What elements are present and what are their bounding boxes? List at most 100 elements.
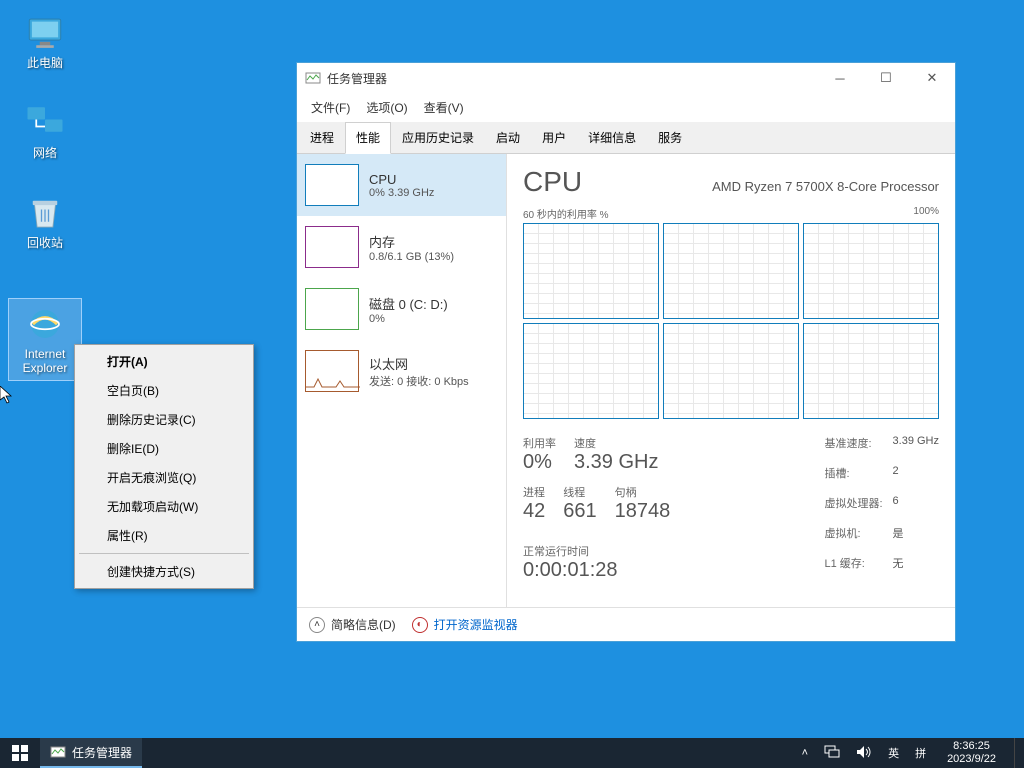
detail-val: 是: [893, 525, 939, 552]
ctx-blank-page[interactable]: 空白页(B): [77, 376, 251, 405]
ctx-create-shortcut[interactable]: 创建快捷方式(S): [77, 557, 251, 586]
taskbar-item-taskmgr[interactable]: 任务管理器: [40, 738, 142, 768]
detail-key: 插槽:: [824, 465, 882, 492]
clock-date: 2023/9/22: [947, 753, 996, 766]
menu-file[interactable]: 文件(F): [303, 95, 358, 120]
start-button[interactable]: [0, 738, 40, 768]
mini-graph-ethernet: [305, 350, 359, 392]
tray-network-icon[interactable]: [821, 745, 843, 762]
stat-value-processes: 42: [523, 500, 545, 523]
uptime-label: 正常运行时间: [523, 543, 670, 559]
core-graph: [663, 323, 799, 419]
tray-ime-1[interactable]: 英: [885, 745, 902, 761]
desktop-icon-label: 网络: [33, 146, 57, 160]
tab-details[interactable]: 详细信息: [577, 122, 647, 153]
sidebar-title: 内存: [369, 232, 454, 251]
resmon-label: 打开资源监视器: [434, 616, 518, 633]
taskbar-item-label: 任务管理器: [72, 744, 132, 761]
stat-label: 速度: [574, 435, 658, 451]
resmon-icon: ◐: [412, 617, 428, 633]
stat-value-handles: 18748: [615, 500, 671, 523]
cursor-icon: [0, 386, 16, 411]
close-button[interactable]: ✕: [909, 63, 955, 93]
detail-key: 虚拟处理器:: [824, 495, 882, 522]
sidebar-item-disk[interactable]: 磁盘 0 (C: D:) 0%: [297, 278, 506, 340]
recycle-bin-icon: [24, 192, 66, 234]
taskmgr-icon: [305, 70, 321, 86]
tab-processes[interactable]: 进程: [299, 122, 345, 153]
desktop-icon-ie[interactable]: Internet Explorer: [8, 298, 82, 381]
core-graph: [523, 323, 659, 419]
desktop-icon-network[interactable]: 网络: [8, 98, 82, 164]
menu-view[interactable]: 查看(V): [416, 95, 472, 120]
tray-chevron-icon[interactable]: ˄: [799, 747, 811, 759]
sidebar-sub: 0.8/6.1 GB (13%): [369, 251, 454, 263]
ie-icon: [24, 303, 66, 345]
tray-clock[interactable]: 8:36:25 2023/9/22: [939, 740, 1004, 766]
stat-label: 线程: [563, 484, 596, 500]
mini-graph-memory: [305, 226, 359, 268]
ctx-delete-ie[interactable]: 删除IE(D): [77, 434, 251, 463]
mini-graph-cpu: [305, 164, 359, 206]
sidebar-item-ethernet[interactable]: 以太网 发送: 0 接收: 0 Kbps: [297, 340, 506, 402]
window-title: 任务管理器: [327, 70, 817, 87]
system-tray: ˄ 英 拼 8:36:25 2023/9/22: [799, 738, 1024, 768]
sidebar-item-cpu[interactable]: CPU 0% 3.39 GHz: [297, 154, 506, 216]
tab-startup[interactable]: 启动: [485, 122, 531, 153]
sidebar-title: 以太网: [369, 354, 469, 373]
desktop-icon-label: 回收站: [27, 236, 63, 250]
menu-options[interactable]: 选项(O): [358, 95, 415, 120]
detail-val: 3.39 GHz: [893, 435, 939, 462]
tab-services[interactable]: 服务: [647, 122, 693, 153]
sidebar-item-memory[interactable]: 内存 0.8/6.1 GB (13%): [297, 216, 506, 278]
stat-label: 进程: [523, 484, 545, 500]
show-desktop-button[interactable]: [1014, 738, 1020, 768]
stat-value-utilization: 0%: [523, 451, 556, 474]
sidebar: CPU 0% 3.39 GHz 内存 0.8/6.1 GB (13%) 磁盘 0…: [297, 154, 507, 607]
tab-app-history[interactable]: 应用历史记录: [391, 122, 485, 153]
ctx-no-addons[interactable]: 无加载项启动(W): [77, 492, 251, 521]
detail-val: 6: [893, 495, 939, 522]
core-graph: [803, 323, 939, 419]
taskbar: 任务管理器 ˄ 英 拼 8:36:25 2023/9/22: [0, 738, 1024, 768]
network-icon: [24, 102, 66, 144]
cpu-core-grid: [523, 223, 939, 419]
graph-label-right: 100%: [913, 206, 939, 221]
desktop-icon-label: 此电脑: [27, 56, 63, 70]
tab-performance[interactable]: 性能: [345, 122, 391, 154]
tab-users[interactable]: 用户: [531, 122, 577, 153]
desktop-icon-recycle-bin[interactable]: 回收站: [8, 188, 82, 254]
minimize-button[interactable]: ─: [817, 63, 863, 93]
detail-key: L1 缓存:: [824, 555, 882, 582]
stat-value-threads: 661: [563, 500, 596, 523]
stat-label: 句柄: [615, 484, 671, 500]
ctx-inprivate[interactable]: 开启无痕浏览(Q): [77, 463, 251, 492]
detail-key: 基准速度:: [824, 435, 882, 462]
open-resmon-link[interactable]: ◐ 打开资源监视器: [412, 616, 518, 633]
sidebar-sub: 发送: 0 接收: 0 Kbps: [369, 373, 469, 389]
footer: ˄ 简略信息(D) ◐ 打开资源监视器: [297, 607, 955, 641]
core-graph: [803, 223, 939, 319]
stat-label: 利用率: [523, 435, 556, 451]
tray-volume-icon[interactable]: [853, 745, 875, 762]
pc-icon: [24, 12, 66, 54]
fewer-details-button[interactable]: ˄ 简略信息(D): [309, 616, 396, 633]
cpu-details: 基准速度:3.39 GHz 插槽:2 虚拟处理器:6 虚拟机:是 L1 缓存:无: [824, 435, 939, 582]
ctx-delete-history[interactable]: 删除历史记录(C): [77, 405, 251, 434]
detail-key: 虚拟机:: [824, 525, 882, 552]
taskmgr-icon: [50, 744, 66, 760]
chevron-up-icon: ˄: [309, 617, 325, 633]
context-menu: 打开(A) 空白页(B) 删除历史记录(C) 删除IE(D) 开启无痕浏览(Q)…: [74, 344, 254, 589]
tray-ime-2[interactable]: 拼: [912, 745, 929, 761]
maximize-button[interactable]: ☐: [863, 63, 909, 93]
detail-val: 无: [893, 555, 939, 582]
desktop-icon-label: Internet Explorer: [13, 347, 77, 376]
titlebar[interactable]: 任务管理器 ─ ☐ ✕: [297, 63, 955, 93]
main-title: CPU: [523, 166, 582, 198]
main-panel: CPU AMD Ryzen 7 5700X 8-Core Processor 6…: [507, 154, 955, 607]
ctx-open[interactable]: 打开(A): [77, 347, 251, 376]
ctx-properties[interactable]: 属性(R): [77, 521, 251, 550]
cpu-model: AMD Ryzen 7 5700X 8-Core Processor: [712, 179, 939, 194]
core-graph: [523, 223, 659, 319]
desktop-icon-this-pc[interactable]: 此电脑: [8, 8, 82, 74]
